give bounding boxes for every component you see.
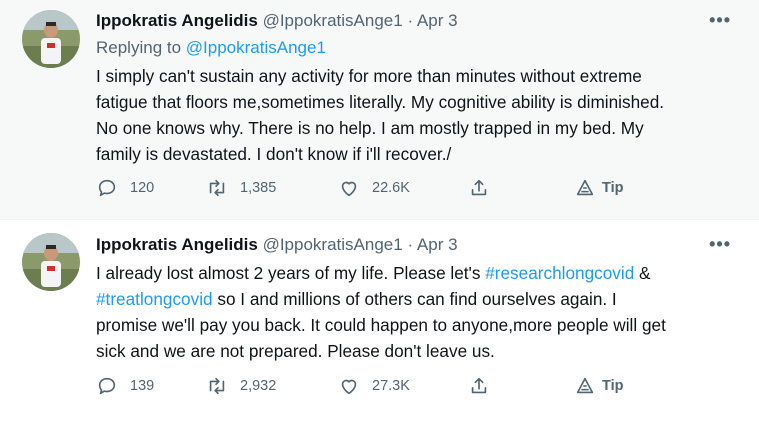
tip-button[interactable]: Tip (574, 177, 623, 199)
tweet-1[interactable]: Ippokratis Angelidis @IppokratisAnge1 · … (0, 0, 759, 220)
retweet-button[interactable]: 1,385 (206, 177, 276, 199)
tweet-header: Ippokratis Angelidis @IppokratisAnge1 · … (96, 10, 458, 32)
tweet-header: Ippokratis Angelidis @IppokratisAnge1 · … (96, 234, 458, 256)
like-count: 27.3K (372, 378, 410, 394)
tweet-text-line: promise we'll pay you back. It could hap… (96, 315, 666, 335)
reply-icon (98, 377, 116, 395)
tweet-text: I already lost almost 2 years of my life… (96, 260, 746, 364)
tweet-text-segment: so I and millions of others can find our… (212, 289, 617, 309)
tweet-date[interactable]: Apr 3 (417, 235, 458, 254)
reply-icon (98, 179, 116, 197)
replying-to: Replying to @IppokratisAnge1 (96, 38, 326, 58)
action-bar: 139 2,932 27.3K Tip (96, 375, 656, 405)
reply-button[interactable]: 120 (96, 177, 154, 199)
replying-to-handle[interactable]: @IppokratisAnge1 (186, 38, 326, 57)
reply-button[interactable]: 139 (96, 375, 154, 397)
heart-icon (341, 181, 357, 197)
tweet-text-segment: I already lost almost 2 years of my life… (96, 263, 486, 283)
avatar[interactable] (22, 10, 80, 68)
retweet-count: 2,932 (240, 378, 277, 394)
like-button[interactable]: 22.6K (338, 177, 410, 199)
reply-count: 120 (130, 180, 155, 196)
tweet-text-line: fatigue that floors me,sometimes literal… (96, 92, 665, 112)
heart-icon (341, 379, 357, 395)
action-bar: 120 1,385 22.6K Tip (96, 177, 656, 207)
more-options-icon[interactable]: ••• (709, 234, 731, 255)
share-button[interactable] (468, 177, 502, 199)
separator-dot: · (407, 235, 414, 254)
share-button[interactable] (468, 375, 502, 397)
like-count: 22.6K (372, 180, 410, 196)
retweet-icon (209, 179, 225, 197)
retweet-icon (209, 377, 225, 395)
tip-icon (576, 179, 594, 196)
tweet-text-line: #treatlongcovid so I and millions of oth… (96, 286, 746, 312)
retweet-count: 1,385 (240, 180, 277, 196)
replying-to-label: Replying to (96, 38, 182, 57)
share-icon (471, 179, 487, 196)
author-handle[interactable]: @IppokratisAnge1 (263, 11, 403, 30)
tweet-text-line: No one knows why. There is no help. I am… (96, 118, 644, 138)
tip-icon (576, 377, 594, 394)
tweet-text-line: sick and we are not prepared. Please don… (96, 341, 495, 361)
avatar[interactable] (22, 233, 80, 291)
tweet-2[interactable]: Ippokratis Angelidis @IppokratisAnge1 · … (0, 220, 759, 422)
tweet-text-segment: & (634, 263, 651, 283)
author-name[interactable]: Ippokratis Angelidis (96, 235, 258, 254)
tweet-date[interactable]: Apr 3 (417, 11, 458, 30)
author-name[interactable]: Ippokratis Angelidis (96, 11, 258, 30)
author-handle[interactable]: @IppokratisAnge1 (263, 235, 403, 254)
like-button[interactable]: 27.3K (338, 375, 410, 397)
tip-label: Tip (602, 180, 624, 196)
hashtag-link[interactable]: #researchlongcovid (485, 263, 634, 283)
tip-label: Tip (602, 378, 624, 394)
reply-count: 139 (130, 378, 155, 394)
tweet-text: I simply can't sustain any activity for … (96, 63, 746, 167)
tweet-text-line: family is devastated. I don't know if i'… (96, 144, 452, 164)
hashtag-link[interactable]: #treatlongcovid (96, 289, 213, 309)
retweet-button[interactable]: 2,932 (206, 375, 276, 397)
separator-dot: · (407, 11, 414, 30)
more-options-icon[interactable]: ••• (709, 10, 731, 31)
tweet-text-line: I simply can't sustain any activity for … (96, 66, 642, 86)
tweet-text-line: I already lost almost 2 years of my life… (96, 260, 746, 286)
tip-button[interactable]: Tip (574, 375, 623, 397)
share-icon (471, 377, 487, 394)
